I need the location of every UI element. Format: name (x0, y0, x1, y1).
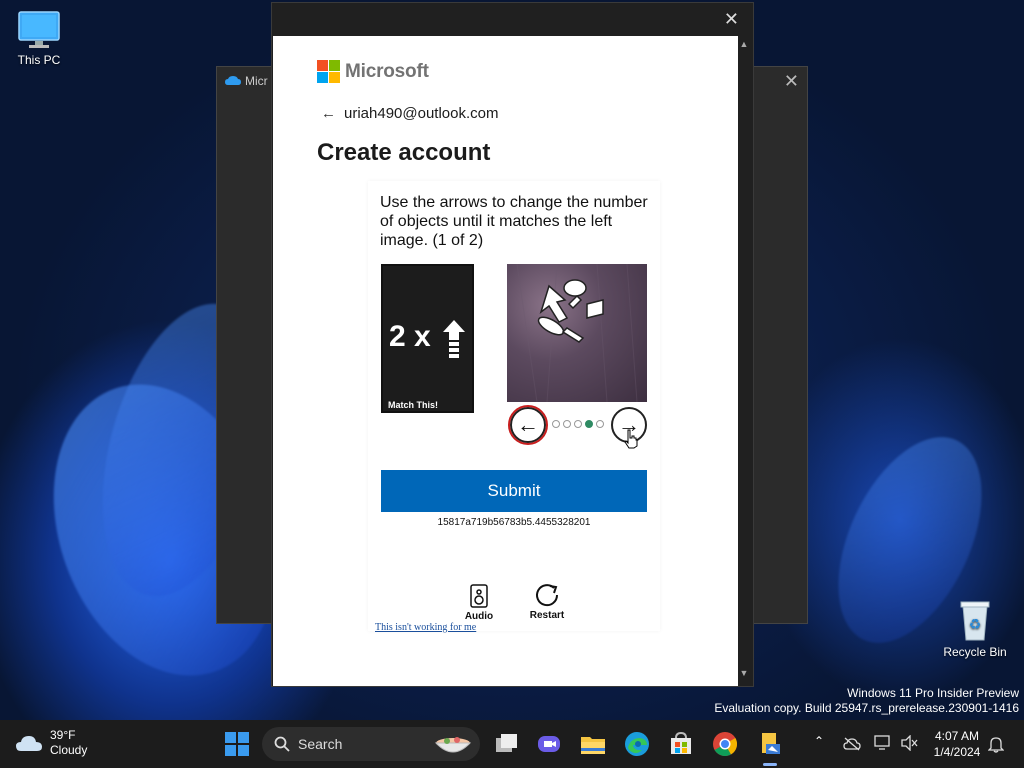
desktop-icon-label: Recycle Bin (943, 645, 1007, 659)
position-dot-active (585, 420, 593, 428)
audio-label: Audio (464, 611, 494, 622)
onedrive-offline-icon[interactable] (843, 737, 861, 751)
target-caption: Match This! (388, 400, 439, 410)
active-app-icon[interactable] (756, 730, 784, 758)
position-dot (574, 420, 582, 428)
puzzle-objects (516, 264, 638, 402)
weather-widget[interactable]: 39°F Cloudy (16, 728, 87, 758)
edge-icon[interactable] (623, 730, 651, 758)
watermark-line-2: Evaluation copy. Build 25947.rs_prerelea… (714, 701, 1019, 715)
meet-icon[interactable] (535, 730, 563, 758)
windows-watermark: Windows 11 Pro Insider Preview Evaluatio… (714, 686, 1019, 716)
restart-label: Restart (529, 610, 565, 621)
scroll-down-icon[interactable]: ▼ (737, 668, 751, 682)
chrome-icon[interactable] (711, 730, 739, 758)
active-app-indicator (763, 763, 777, 766)
arrow-left-icon: ← (517, 412, 539, 437)
recycle-bin-icon: ♻ (960, 601, 990, 641)
onedrive-icon (225, 76, 241, 85)
close-icon[interactable]: ✕ (784, 71, 799, 92)
clock-time: 4:07 AM (934, 729, 980, 743)
file-explorer-icon[interactable] (579, 730, 607, 758)
restart-button[interactable]: Restart (526, 582, 568, 621)
notification-bell-icon[interactable] (988, 735, 1004, 753)
microsoft-logo: Microsoft (317, 60, 429, 83)
taskbar: 39°F Cloudy Search ⌃ 4:07 AM 1/4/2024 (0, 720, 1024, 768)
weather-condition: Cloudy (50, 743, 88, 757)
desktop-icon-label: This PC (17, 53, 61, 67)
signup-page: Microsoft ← uriah490@outlook.com Create … (273, 36, 738, 686)
clock-date: 1/4/2024 (933, 745, 981, 759)
position-dot (563, 420, 571, 428)
volume-muted-icon[interactable] (900, 735, 918, 751)
cloud-icon (16, 736, 42, 751)
search-icon (274, 736, 290, 752)
restart-icon (536, 584, 559, 607)
target-count: 2 x (389, 320, 431, 353)
hand-cursor-icon (624, 429, 638, 449)
position-dot (596, 420, 604, 428)
desktop-icon-recycle-bin[interactable]: ♻ Recycle Bin (938, 598, 1012, 659)
taskbar-search[interactable]: Search (262, 727, 480, 761)
weather-temp: 39°F (50, 728, 76, 742)
brand-name: Microsoft (345, 60, 429, 82)
captcha-puzzle-image (507, 264, 647, 402)
captcha-instruction: Use the arrows to change the number of o… (380, 194, 648, 249)
account-email: uriah490@outlook.com (344, 105, 499, 122)
page-title: Create account (317, 139, 491, 166)
arrow-up-icon (443, 320, 465, 358)
monitor-icon (18, 11, 60, 48)
scroll-up-icon[interactable]: ▲ (737, 39, 751, 53)
signup-window: ✕ ▲ ▼ Microsoft ← uriah490@outlook.com C… (271, 2, 754, 687)
submit-button[interactable]: Submit (381, 470, 647, 512)
watermark-line-1: Windows 11 Pro Insider Preview (847, 686, 1019, 700)
chevron-up-icon[interactable]: ⌃ (814, 734, 824, 748)
network-icon[interactable] (874, 735, 892, 751)
back-arrow-icon[interactable]: ← (321, 105, 336, 122)
captcha-panel: Use the arrows to change the number of o… (368, 181, 660, 633)
microsoft-logo-icon (317, 60, 340, 83)
store-icon[interactable] (667, 730, 695, 758)
task-view-icon[interactable] (492, 730, 520, 758)
back-to-email[interactable]: ← uriah490@outlook.com (321, 105, 498, 122)
speaker-icon (470, 584, 488, 608)
option-position-indicator (552, 420, 607, 428)
position-dot (552, 420, 560, 428)
audio-challenge-button[interactable]: Audio (461, 584, 497, 622)
session-id: 15817a719b56783b5.4455328201 (437, 517, 591, 528)
captcha-target-image: 2 x Match This! (381, 264, 474, 413)
help-link[interactable]: This isn't working for me (375, 622, 476, 633)
windows-start-icon[interactable] (224, 731, 250, 757)
system-clock[interactable]: 4:07 AM 1/4/2024 (928, 728, 986, 760)
background-window-title: Micr (245, 74, 268, 88)
bowl-icon (434, 737, 472, 753)
previous-option-button[interactable]: ← (508, 405, 548, 445)
search-label: Search (298, 736, 343, 752)
svg-text:♻: ♻ (969, 617, 982, 633)
desktop-icon-this-pc[interactable]: This PC (2, 10, 76, 67)
close-icon[interactable]: ✕ (724, 9, 739, 30)
